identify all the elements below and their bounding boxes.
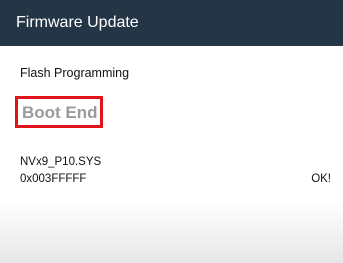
result-status: OK! <box>311 173 331 185</box>
firmware-file-name: NVx9_P10.SYS <box>20 156 102 168</box>
status-highlight-box: Boot End <box>15 96 103 128</box>
status-text: Boot End <box>22 103 98 122</box>
page-title: Firmware Update <box>16 14 139 31</box>
section-label: Flash Programming <box>20 66 130 80</box>
firmware-update-screen: Firmware Update Flash Programming Boot E… <box>0 0 343 263</box>
app-bar: Firmware Update <box>0 0 343 46</box>
flash-address: 0x003FFFFF <box>20 173 87 185</box>
bottom-fade <box>0 200 343 263</box>
